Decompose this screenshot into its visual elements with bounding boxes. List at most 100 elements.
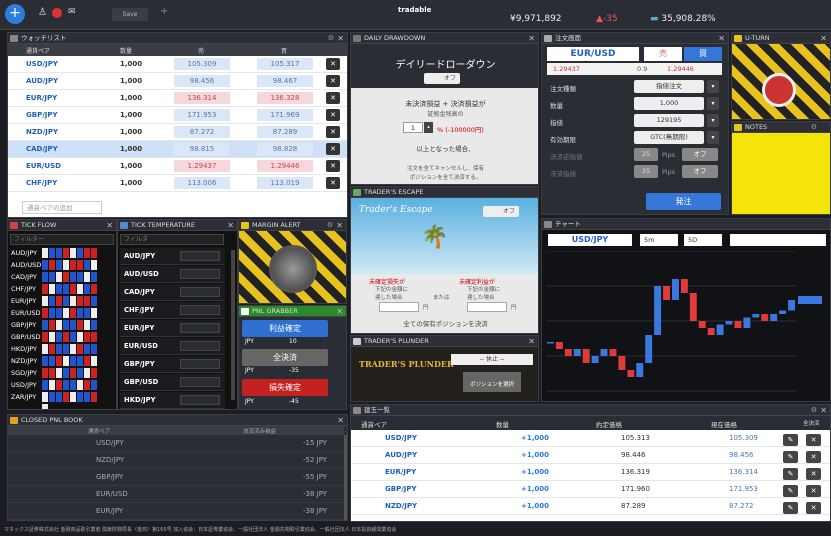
- sell-button[interactable]: 売: [644, 47, 682, 61]
- order-field-stepper[interactable]: ▾: [707, 97, 719, 110]
- pips-toggle[interactable]: オフ: [682, 148, 718, 161]
- buy-button[interactable]: 買: [684, 47, 722, 61]
- close-position-icon[interactable]: ✕: [806, 451, 821, 463]
- tickflow-filter[interactable]: フィルター: [10, 234, 114, 245]
- edit-position-icon[interactable]: ✎: [783, 502, 798, 514]
- gear-icon[interactable]: ⚙: [328, 33, 334, 44]
- chart-tf-selector[interactable]: 5m: [640, 234, 678, 246]
- remove-row-icon[interactable]: ✕: [326, 126, 340, 138]
- watchlist-row[interactable]: CHF/JPY 1,000 113.006 113.019 ✕: [8, 175, 347, 192]
- buy-price-button[interactable]: 87.289: [257, 126, 313, 138]
- sell-price-button[interactable]: 105.309: [174, 58, 230, 70]
- escape-loss-input[interactable]: [379, 302, 419, 312]
- order-field-input[interactable]: 25: [634, 148, 658, 161]
- order-field-input[interactable]: 1,000: [634, 97, 704, 110]
- sell-price-button[interactable]: 136.314: [174, 92, 230, 104]
- watchlist-row[interactable]: EUR/JPY 1,000 136.314 136.328 ✕: [8, 90, 347, 107]
- close-icon[interactable]: ✕: [528, 336, 535, 347]
- position-row[interactable]: EUR/JPY +1,000 136.319 136.314 ✎ ✕: [351, 464, 830, 481]
- position-row[interactable]: GBP/JPY +1,000 171.960 171.953 ✎ ✕: [351, 481, 830, 498]
- watchlist-row[interactable]: USD/JPY 1,000 105.309 105.317 ✕: [8, 56, 347, 73]
- position-row[interactable]: USD/JPY +1,000 105.313 105.309 ✎ ✕: [351, 430, 830, 447]
- gear-icon[interactable]: ⚙: [811, 405, 817, 416]
- plunder-position-button[interactable]: ポジションを選択: [463, 372, 521, 392]
- watchlist-row[interactable]: EUR/USD 1,000 1.29437 1.29446 ✕: [8, 158, 347, 175]
- pos-col-closeall[interactable]: 全決済: [803, 419, 820, 427]
- watchlist-row[interactable]: GBP/JPY 1,000 171.953 171.969 ✕: [8, 107, 347, 124]
- sell-price-button[interactable]: 171.953: [174, 109, 230, 121]
- remove-row-icon[interactable]: ✕: [326, 92, 340, 104]
- buy-price-button[interactable]: 171.969: [257, 109, 313, 121]
- submit-order-button[interactable]: 発注: [646, 193, 721, 210]
- edit-position-icon[interactable]: ✎: [783, 434, 798, 446]
- remove-row-icon[interactable]: ✕: [326, 109, 340, 121]
- buy-price-button[interactable]: 105.317: [257, 58, 313, 70]
- edit-position-icon[interactable]: ✎: [783, 485, 798, 497]
- close-icon[interactable]: ✕: [336, 306, 343, 317]
- escape-toggle[interactable]: オフ: [483, 206, 519, 217]
- order-field-stepper[interactable]: ▾: [707, 131, 719, 144]
- sell-price-button[interactable]: 87.272: [174, 126, 230, 138]
- position-row[interactable]: NZD/JPY +1,000 87.289 87.272 ✎ ✕: [351, 498, 830, 515]
- close-position-icon[interactable]: ✕: [806, 468, 821, 480]
- buy-price-button[interactable]: 98.467: [257, 75, 313, 87]
- add-pair-input[interactable]: 通貨ペアの追加: [22, 201, 102, 214]
- edit-position-icon[interactable]: ✎: [783, 451, 798, 463]
- buy-price-button[interactable]: 1.29446: [257, 160, 313, 172]
- gear-icon[interactable]: ⚙: [327, 220, 333, 231]
- remove-row-icon[interactable]: ✕: [326, 160, 340, 172]
- tab-save[interactable]: Save: [112, 8, 148, 21]
- chart-range-selector[interactable]: 5D: [684, 234, 722, 246]
- chart-pair-selector[interactable]: USD/JPY: [548, 234, 632, 246]
- close-position-icon[interactable]: ✕: [806, 502, 821, 514]
- stop-loss-button[interactable]: 損失確定: [242, 379, 328, 396]
- watchlist-row[interactable]: NZD/JPY 1,000 87.272 87.289 ✕: [8, 124, 347, 141]
- uturn-switch-icon[interactable]: [762, 73, 796, 107]
- drawdown-pct-input[interactable]: 1: [403, 122, 423, 133]
- mail-icon[interactable]: ✉: [68, 7, 76, 17]
- edit-position-icon[interactable]: ✎: [783, 468, 798, 480]
- drawdown-toggle[interactable]: オフ: [424, 73, 460, 84]
- buy-price-button[interactable]: 136.328: [257, 92, 313, 104]
- watchlist-row[interactable]: CAD/JPY 1,000 98.815 98.828 ✕: [8, 141, 347, 158]
- gear-icon[interactable]: ⚙: [811, 122, 817, 133]
- drawdown-pct-stepper[interactable]: ▴: [424, 122, 433, 133]
- escape-profit-input[interactable]: [467, 302, 507, 312]
- close-icon[interactable]: ✕: [820, 33, 827, 44]
- close-all-button[interactable]: 全決済: [242, 349, 328, 366]
- order-field-input[interactable]: GTC(無期限): [634, 131, 704, 144]
- position-row[interactable]: AUD/JPY +1,000 98.446 98.456 ✎ ✕: [351, 447, 830, 464]
- close-icon[interactable]: ✕: [718, 33, 725, 44]
- watchlist-row[interactable]: AUD/JPY 1,000 98.456 98.467 ✕: [8, 73, 347, 90]
- close-icon[interactable]: ✕: [337, 33, 344, 44]
- close-icon[interactable]: ✕: [528, 33, 535, 44]
- close-icon[interactable]: ✕: [227, 220, 234, 231]
- close-icon[interactable]: ✕: [106, 220, 113, 231]
- buy-price-button[interactable]: 113.019: [257, 177, 313, 189]
- ticktemp-filter[interactable]: フィルタ: [120, 234, 224, 245]
- order-pair-selector[interactable]: EUR/USD: [547, 47, 639, 61]
- order-field-stepper[interactable]: ▾: [707, 114, 719, 127]
- sell-price-button[interactable]: 98.815: [174, 143, 230, 155]
- order-field-input[interactable]: 129195: [634, 114, 704, 127]
- ticktemp-scrollbar[interactable]: [231, 250, 235, 400]
- user-icon[interactable]: ♙: [38, 7, 47, 18]
- take-profit-button[interactable]: 利益確定: [242, 320, 328, 337]
- closed-scrollbar[interactable]: [344, 435, 347, 520]
- close-icon[interactable]: ✕: [336, 220, 343, 231]
- buy-price-button[interactable]: 98.828: [257, 143, 313, 155]
- add-tab-button[interactable]: +: [160, 6, 168, 17]
- pips-toggle[interactable]: オフ: [682, 165, 718, 178]
- remove-row-icon[interactable]: ✕: [326, 58, 340, 70]
- price-chart[interactable]: [546, 251, 826, 396]
- escape-close-all[interactable]: 全ての保有ポジションを決済: [351, 318, 538, 328]
- sell-price-button[interactable]: 113.006: [174, 177, 230, 189]
- plunder-select[interactable]: -- 休止 --: [451, 354, 533, 365]
- remove-row-icon[interactable]: ✕: [326, 177, 340, 189]
- apps-button[interactable]: +: [5, 4, 25, 24]
- sell-price-button[interactable]: 1.29437: [174, 160, 230, 172]
- close-icon[interactable]: ✕: [337, 415, 344, 426]
- alert-icon[interactable]: [52, 8, 62, 18]
- close-position-icon[interactable]: ✕: [806, 434, 821, 446]
- close-icon[interactable]: ✕: [820, 405, 827, 416]
